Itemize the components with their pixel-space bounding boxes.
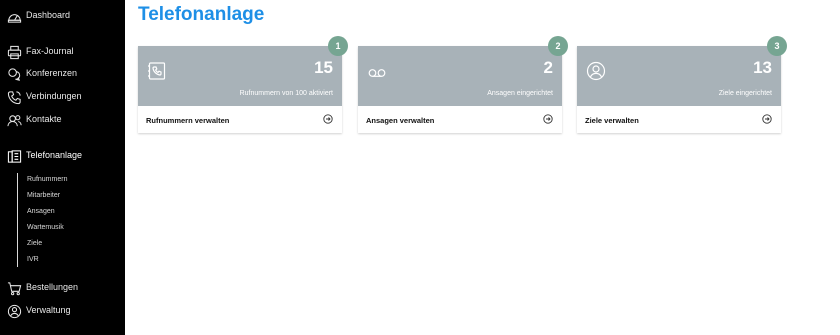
sidebar-item-label: Verwaltung bbox=[26, 305, 71, 315]
manage-ansagen-link[interactable]: Ansagen verwalten bbox=[358, 106, 562, 133]
phone-book-icon bbox=[147, 61, 167, 81]
card-link-label: Ansagen verwalten bbox=[366, 116, 435, 125]
submenu-item-rufnummern[interactable]: Rufnummern bbox=[27, 176, 67, 183]
card-link-label: Ziele verwalten bbox=[585, 116, 639, 125]
arrow-right-circle-icon bbox=[323, 114, 333, 124]
card-count: 15 bbox=[314, 58, 333, 77]
manage-ziele-link[interactable]: Ziele verwalten bbox=[577, 106, 781, 133]
sidebar-item-verwaltung[interactable]: Verwaltung bbox=[0, 302, 125, 322]
card-subtitle: Ziele eingerichtet bbox=[718, 90, 772, 97]
submenu-item-wartemusik[interactable]: Wartemusik bbox=[27, 224, 64, 231]
fax-icon bbox=[7, 45, 22, 60]
sidebar-item-label: Konferenzen bbox=[26, 68, 78, 78]
sidebar-item-label: Verbindungen bbox=[26, 91, 82, 101]
step-badge: 1 bbox=[328, 36, 348, 56]
phone-icon bbox=[7, 90, 22, 105]
page-title: Telefonanlage bbox=[138, 4, 265, 25]
manage-rufnummern-link[interactable]: Rufnummern verwalten bbox=[138, 106, 342, 133]
card-header: 15 Rufnummern von 100 aktiviert bbox=[138, 46, 342, 106]
submenu-item-ziele[interactable]: Ziele bbox=[27, 240, 42, 247]
step-badge: 3 bbox=[767, 36, 787, 56]
contacts-icon bbox=[7, 113, 22, 128]
admin-icon bbox=[7, 304, 22, 319]
submenu-item-mitarbeiter[interactable]: Mitarbeiter bbox=[27, 192, 60, 199]
submenu-item-ansagen[interactable]: Ansagen bbox=[27, 208, 55, 215]
sidebar-item-verbindungen[interactable]: Verbindungen bbox=[0, 88, 125, 108]
sidebar-item-kontakte[interactable]: Kontakte bbox=[0, 111, 125, 131]
card-ansagen: 2 Ansagen eingerichtet Ansagen verwalten… bbox=[358, 36, 568, 133]
sidebar-item-fax-journal[interactable]: Fax-Journal bbox=[0, 43, 125, 63]
sidebar: Dashboard Fax-Journal Konferenzen Verbin… bbox=[0, 0, 125, 335]
sidebar-item-label: Dashboard bbox=[26, 10, 71, 20]
card-header: 2 Ansagen eingerichtet bbox=[358, 46, 562, 106]
arrow-right-circle-icon bbox=[762, 114, 772, 124]
conference-icon bbox=[7, 67, 22, 82]
submenu-item-ivr[interactable]: IVR bbox=[27, 256, 39, 263]
voicemail-icon bbox=[367, 61, 387, 81]
cart-icon bbox=[7, 281, 22, 296]
pbx-icon bbox=[7, 149, 22, 164]
user-icon bbox=[586, 61, 606, 81]
sidebar-item-label: Bestellungen bbox=[26, 282, 79, 292]
card-count: 2 bbox=[543, 58, 553, 77]
submenu-divider bbox=[17, 173, 18, 267]
sidebar-item-label: Fax-Journal bbox=[26, 46, 74, 56]
card-subtitle: Rufnummern von 100 aktiviert bbox=[239, 90, 333, 97]
sidebar-item-konferenzen[interactable]: Konferenzen bbox=[0, 65, 125, 85]
card-rufnummern: 15 Rufnummern von 100 aktiviert Rufnumme… bbox=[138, 36, 348, 133]
arrow-right-circle-icon bbox=[543, 114, 553, 124]
card-count: 13 bbox=[753, 58, 772, 77]
card-header: 13 Ziele eingerichtet bbox=[577, 46, 781, 106]
sidebar-item-bestellungen[interactable]: Bestellungen bbox=[0, 279, 125, 299]
card-link-label: Rufnummern verwalten bbox=[146, 116, 230, 125]
card-ziele: 13 Ziele eingerichtet Ziele verwalten 3 bbox=[577, 36, 787, 133]
sidebar-item-label: Telefonanlage bbox=[26, 150, 83, 160]
dashboard-icon bbox=[7, 9, 22, 24]
card-subtitle: Ansagen eingerichtet bbox=[487, 90, 553, 97]
step-badge: 2 bbox=[548, 36, 568, 56]
sidebar-item-telefonanlage[interactable]: Telefonanlage bbox=[0, 147, 125, 167]
sidebar-item-label: Kontakte bbox=[26, 114, 62, 124]
sidebar-item-dashboard[interactable]: Dashboard bbox=[0, 7, 125, 27]
